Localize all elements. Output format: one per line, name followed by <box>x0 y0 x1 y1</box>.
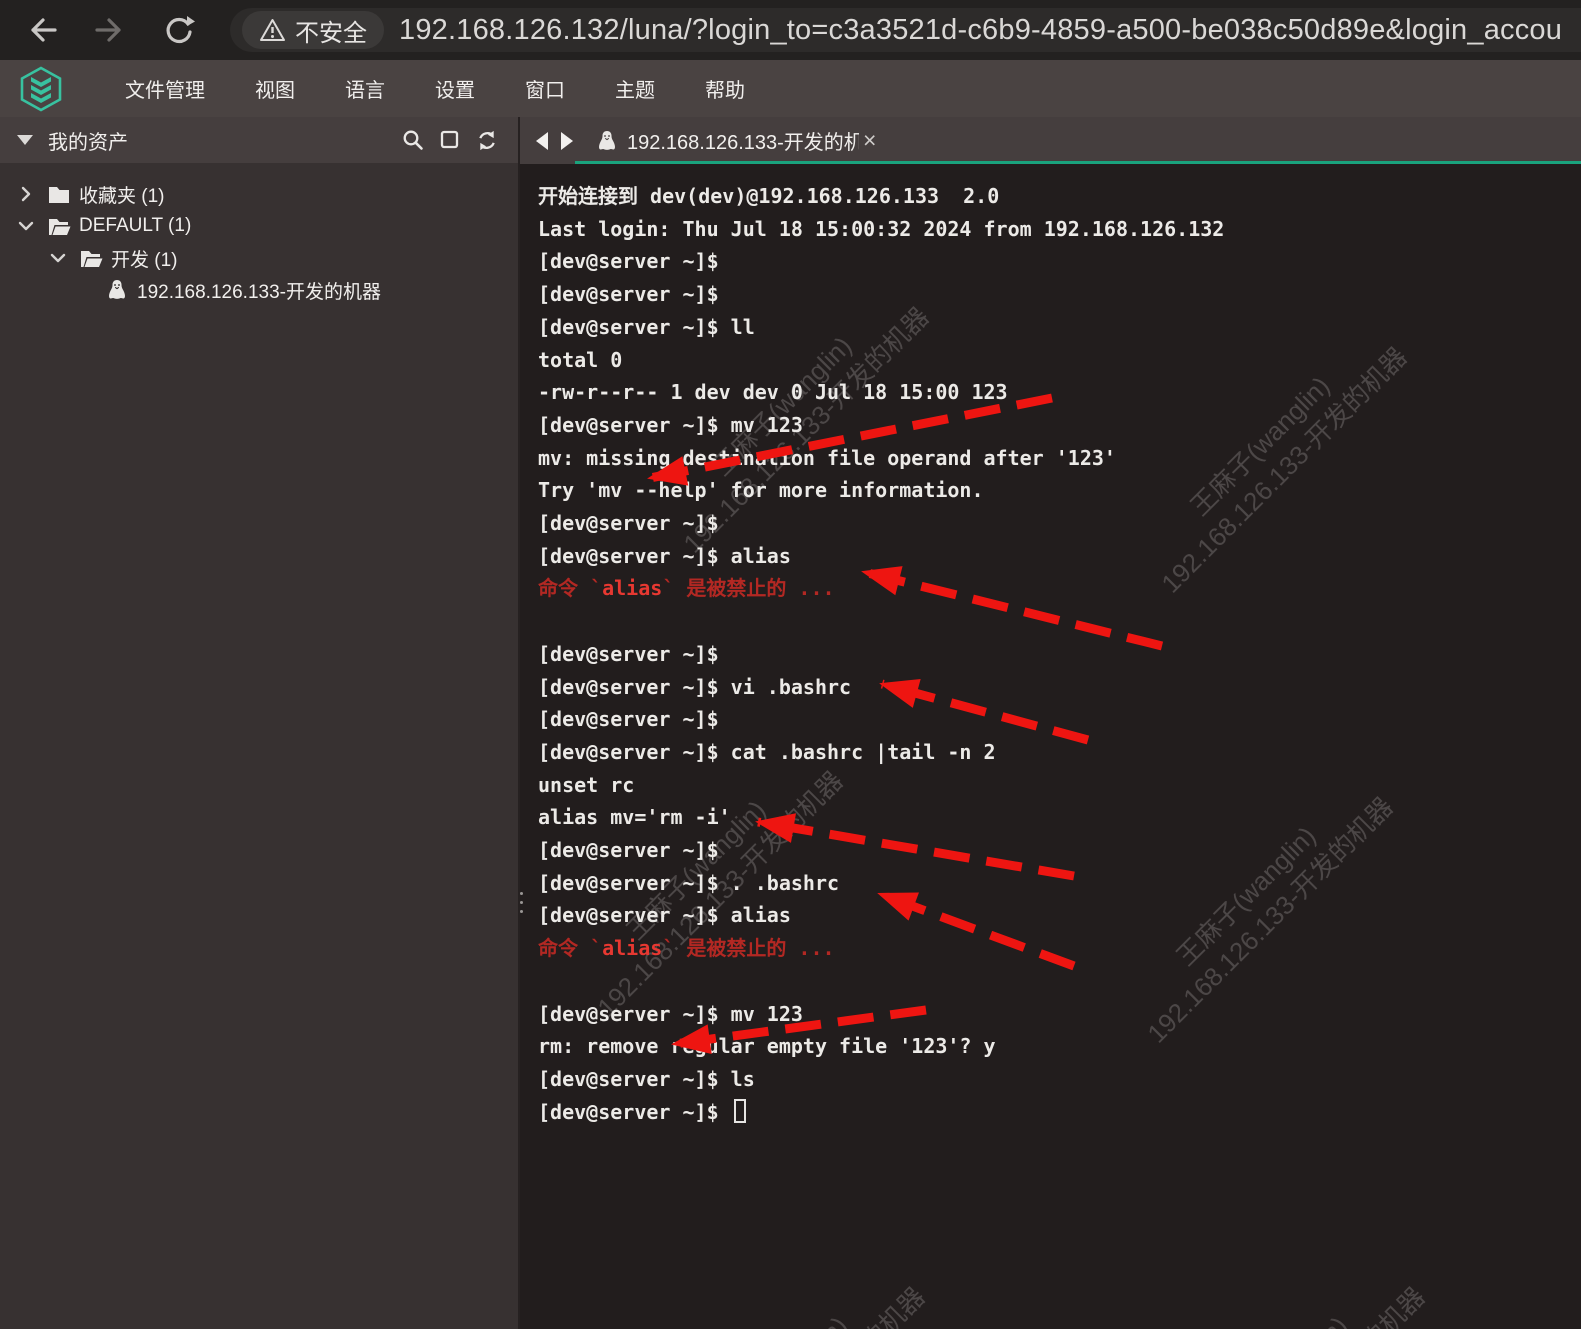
browser-forward-button[interactable] <box>88 9 130 51</box>
terminal-line: [dev@server ~]$ mv 123 <box>538 998 1224 1031</box>
tree-node-label: 192.168.126.133-开发的机器 <box>137 277 381 304</box>
collapse-triangle-icon[interactable] <box>17 135 33 145</box>
session-tab[interactable]: 192.168.126.133-开发的机器 × <box>596 117 904 164</box>
terminal-line: 命令 `alias` 是被禁止的 ... <box>538 932 1224 965</box>
tree-node-host[interactable]: 192.168.126.133-开发的机器 <box>0 274 518 306</box>
tab-scroll-left-button[interactable] <box>533 130 551 152</box>
terminal-line: [dev@server ~]$ alias <box>538 540 1224 573</box>
tree-node-label: 开发 (1) <box>111 245 178 272</box>
url-text: 192.168.126.132/luna/?login_to=c3a3521d-… <box>399 14 1562 47</box>
tab-title: 192.168.126.133-开发的机器 <box>627 126 859 155</box>
terminal-line: [dev@server ~]$ <box>538 703 1224 736</box>
terminal-line: mv: missing destination file operand aft… <box>538 442 1224 475</box>
terminal-cursor <box>734 1099 746 1123</box>
back-arrow-icon <box>26 13 60 47</box>
address-bar[interactable]: 不安全 192.168.126.132/luna/?login_to=c3a35… <box>230 8 1581 52</box>
terminal-line: [dev@server ~]$ ls <box>538 1063 1224 1096</box>
session-area: 192.168.126.133-开发的机器 × 王麻子(wanglin)192.… <box>518 117 1581 1329</box>
menu-item-help[interactable]: 帮助 <box>705 74 745 103</box>
session-watermark: 王麻子(wanglin)192.168.126.133-开发的机器 <box>648 1256 932 1329</box>
chevron-right-icon[interactable] <box>14 182 38 206</box>
tree-node-favorites[interactable]: 收藏夹 (1) <box>0 178 518 210</box>
linux-penguin-icon <box>104 278 130 302</box>
screen: { "colors": { "accent_teal": "#38c2a0", … <box>0 0 1581 1329</box>
security-chip-label: 不安全 <box>295 13 367 48</box>
sidebar-title: 我的资产 <box>48 126 128 155</box>
terminal-line: [dev@server ~]$ mv 123 <box>538 409 1224 442</box>
tab-scroll-right-button[interactable] <box>558 130 576 152</box>
linux-penguin-icon <box>596 130 618 152</box>
sync-icon <box>476 129 498 152</box>
terminal-line: unset rc <box>538 769 1224 802</box>
terminal-line: Try 'mv --help' for more information. <box>538 474 1224 507</box>
sidebar-splitter-handle[interactable] <box>520 890 525 915</box>
terminal-line: [dev@server ~]$ . .bashrc <box>538 867 1224 900</box>
terminal-line: [dev@server ~]$ vi .bashrc <box>538 671 1224 704</box>
terminal-line: [dev@server ~]$ <box>538 638 1224 671</box>
app-menu-bar: 文件管理 视图 语言 设置 窗口 主题 帮助 <box>0 60 1581 117</box>
terminal-line <box>538 965 1224 998</box>
terminal-line: -rw-r--r-- 1 dev dev 0 Jul 18 15:00 123 <box>538 376 1224 409</box>
terminal-line: total 0 <box>538 344 1224 377</box>
forward-arrow-icon <box>92 13 126 47</box>
browser-refresh-button[interactable] <box>158 9 200 51</box>
menu-item-file-management[interactable]: 文件管理 <box>125 74 205 103</box>
terminal-line: [dev@server ~]$ <box>538 1096 1224 1129</box>
tab-close-button[interactable]: × <box>863 129 876 152</box>
warning-triangle-icon <box>259 17 286 43</box>
tree-node-default[interactable]: DEFAULT (1) <box>0 210 518 242</box>
jumpserver-logo-icon <box>18 66 64 112</box>
square-icon <box>439 129 461 151</box>
search-button[interactable] <box>402 129 424 151</box>
terminal-line: rm: remove regular empty file '123'? y <box>538 1030 1224 1063</box>
terminal-line <box>538 605 1224 638</box>
menu-item-settings[interactable]: 设置 <box>435 74 475 103</box>
terminal-output: 开始连接到 dev(dev)@192.168.126.133 2.0Last l… <box>538 180 1224 1128</box>
browser-back-button[interactable] <box>22 9 64 51</box>
refresh-icon <box>162 13 196 47</box>
terminal-line: alias mv='rm -i' <box>538 801 1224 834</box>
folder-closed-icon <box>46 182 72 206</box>
tab-strip: 192.168.126.133-开发的机器 × <box>520 117 1581 164</box>
tree-node-dev-group[interactable]: 开发 (1) <box>0 242 518 274</box>
terminal-line: [dev@server ~]$ <box>538 245 1224 278</box>
terminal-line: [dev@server ~]$ <box>538 834 1224 867</box>
menu-item-view[interactable]: 视图 <box>255 74 295 103</box>
security-chip[interactable]: 不安全 <box>242 11 384 49</box>
terminal-line: 开始连接到 dev(dev)@192.168.126.133 2.0 <box>538 180 1224 213</box>
chevron-down-icon[interactable] <box>46 246 70 270</box>
asset-tree: 收藏夹 (1) DEFAULT (1) 开发 (1) <box>0 163 518 306</box>
terminal-line: [dev@server ~]$ ll <box>538 311 1224 344</box>
terminal-line: [dev@server ~]$ <box>538 278 1224 311</box>
search-icon <box>402 129 424 151</box>
tree-node-label: DEFAULT (1) <box>79 215 191 237</box>
terminal-line: [dev@server ~]$ <box>538 507 1224 540</box>
folder-open-icon <box>46 214 72 238</box>
terminal-line: [dev@server ~]$ alias <box>538 899 1224 932</box>
terminal-line: Last login: Thu Jul 18 15:00:32 2024 fro… <box>538 213 1224 246</box>
tree-node-label: 收藏夹 (1) <box>79 181 165 208</box>
menu-item-theme[interactable]: 主题 <box>615 74 655 103</box>
chevron-down-icon[interactable] <box>14 214 38 238</box>
browser-toolbar: 不安全 192.168.126.132/luna/?login_to=c3a35… <box>0 0 1581 60</box>
terminal-line: 命令 `alias` 是被禁止的 ... <box>538 572 1224 605</box>
terminal[interactable]: 王麻子(wanglin)192.168.126.133-开发的机器 王麻子(wan… <box>520 164 1581 1329</box>
layout-toggle-button[interactable] <box>439 129 461 151</box>
session-watermark: 王麻子(wanglin)192.168.126.133-开发的机器 <box>1148 1256 1432 1329</box>
folder-open-icon <box>78 246 104 270</box>
refresh-assets-button[interactable] <box>476 129 498 151</box>
menu-item-window[interactable]: 窗口 <box>525 74 565 103</box>
terminal-line: [dev@server ~]$ cat .bashrc |tail -n 2 <box>538 736 1224 769</box>
menu-items: 文件管理 视图 语言 设置 窗口 主题 帮助 <box>125 74 745 103</box>
sidebar-header: 我的资产 <box>0 117 518 163</box>
asset-sidebar: 我的资产 <box>0 117 518 1329</box>
menu-item-language[interactable]: 语言 <box>345 74 385 103</box>
